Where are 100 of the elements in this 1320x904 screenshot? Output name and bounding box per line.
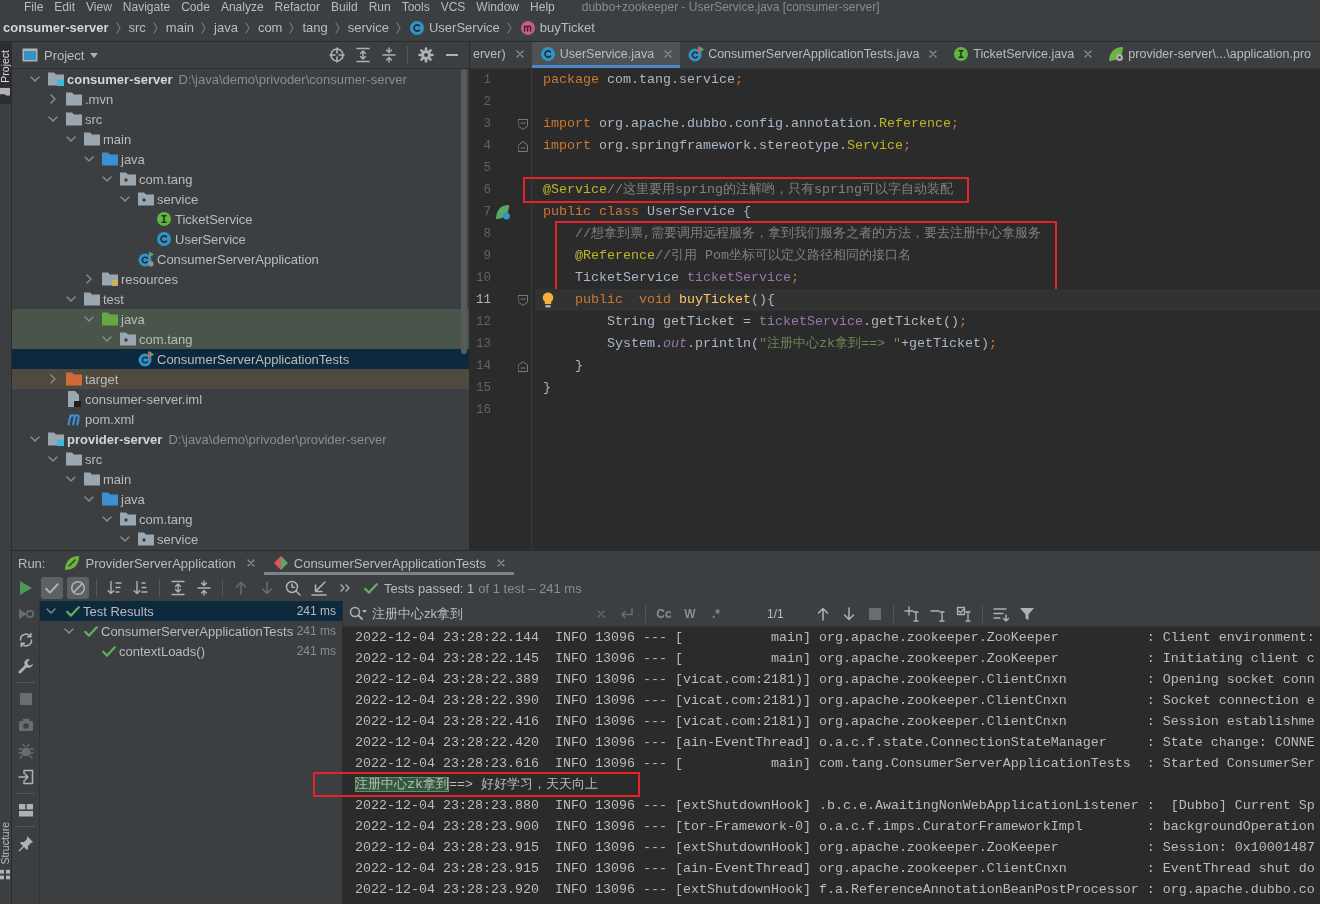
clock-icon: [285, 580, 301, 596]
tree-row[interactable]: UserService: [12, 229, 469, 249]
tree-row[interactable]: service: [12, 529, 469, 549]
interface-icon: [156, 211, 172, 227]
test-tree-row[interactable]: Test Results 241 ms: [40, 601, 342, 621]
breadcrumb-item[interactable]: service: [347, 20, 389, 35]
menu-item[interactable]: Analyze: [220, 0, 264, 14]
breadcrumb-item[interactable]: UserService: [408, 19, 500, 36]
code-line: //想拿到票,需要调用远程服务，拿到我们服务之者的方法，要去注册中心拿服务: [575, 226, 1041, 241]
tree-label: .mvn: [85, 91, 114, 107]
menu-item[interactable]: Build: [330, 0, 358, 14]
menu-item[interactable]: View: [86, 0, 112, 14]
menu-item[interactable]: Refactor: [274, 0, 320, 14]
breadcrumb-item[interactable]: com: [257, 20, 283, 35]
arrow-down-icon: [842, 606, 855, 621]
editor-tab[interactable]: TicketService.java: [945, 42, 1101, 68]
test-name: contextLoads(): [119, 643, 205, 659]
tree-row[interactable]: provider-server D:\java\demo\privoder\provider-server: [12, 429, 469, 449]
breadcrumb-item[interactable]: buyTicket: [519, 19, 595, 36]
menu-item[interactable]: Navigate: [122, 0, 171, 14]
console-line: 注册中心zk拿到==> 好好学习，天天向上: [355, 776, 598, 794]
tree-row[interactable]: target: [12, 369, 469, 389]
tree-row[interactable]: java: [12, 489, 469, 509]
console-line: 2022-12-04 23:28:22.390 INFO 13096 --- [vicat.com:2181)] org.apache.zookeeper.ClientCnxn : Socket connection e: [355, 692, 1315, 710]
menu-item[interactable]: Help: [530, 0, 555, 14]
class-icon: [408, 19, 425, 36]
tree-row[interactable]: com.tang: [12, 509, 469, 529]
window-title: dubbo+zookeeper - UserService.java [consumer-server]: [581, 0, 880, 14]
collapse-all-icon: [196, 580, 212, 596]
breadcrumb-item[interactable]: consumer-server: [3, 20, 109, 35]
tree-row[interactable]: .mvn: [12, 89, 469, 109]
tree-row[interactable]: resources: [12, 269, 469, 289]
tree-row[interactable]: consumer-server D:\java\demo\privoder\consumer-server: [12, 69, 469, 89]
editor-tab[interactable]: erver): [470, 42, 532, 68]
search-field[interactable]: 注册中心zk拿到: [343, 601, 588, 626]
tree-row[interactable]: java: [12, 309, 469, 329]
settings-icon: [418, 47, 434, 63]
show-ignored-button[interactable]: [67, 577, 89, 599]
run-tab[interactable]: ProviderServerApplication: [55, 551, 264, 575]
play-icon: [20, 581, 32, 595]
layout-icon: [17, 802, 34, 818]
editor-tab[interactable]: UserService.java: [531, 42, 681, 68]
tree-row[interactable]: service: [12, 189, 469, 209]
run-tab[interactable]: ConsumerServerApplicationTests: [263, 551, 514, 575]
camera-icon: [17, 717, 34, 733]
test-tree-row[interactable]: contextLoads() 241 ms: [40, 641, 342, 661]
menu-item[interactable]: Run: [368, 0, 391, 14]
tree-row[interactable]: com.tang: [12, 329, 469, 349]
tree-row[interactable]: java: [12, 149, 469, 169]
locate-button[interactable]: [326, 44, 348, 66]
test-status-detail: of 1 test – 241 ms: [478, 580, 582, 596]
panel-label: Run:: [18, 555, 46, 571]
tree-row[interactable]: pom.xml: [12, 409, 469, 429]
show-passed-button[interactable]: [41, 577, 63, 599]
structure-icon: [0, 870, 11, 880]
search-option-toggle[interactable]: W: [679, 602, 701, 625]
search-option-toggle[interactable]: .*: [705, 602, 727, 625]
tree-row[interactable]: ConsumerServerApplicationTests: [12, 349, 469, 369]
editor-tab[interactable]: provider-server\...\application.pro: [1100, 42, 1320, 68]
menu-item[interactable]: Edit: [54, 0, 76, 14]
tree-label: com.tang: [139, 331, 193, 347]
tree-row[interactable]: main: [12, 129, 469, 149]
test-tree-row[interactable]: ConsumerServerApplicationTests 241 ms: [40, 621, 342, 641]
tree-row[interactable]: TicketService: [12, 209, 469, 229]
breadcrumb-item[interactable]: java: [214, 20, 238, 35]
tree-row[interactable]: com.tang: [12, 169, 469, 189]
tree-row[interactable]: src: [12, 109, 469, 129]
menu-item[interactable]: Code: [181, 0, 210, 14]
window-icon: [22, 47, 38, 63]
minimize-icon: [446, 54, 458, 56]
test-duration: 241 ms: [296, 624, 336, 638]
tree-row[interactable]: test: [12, 289, 469, 309]
tree-row[interactable]: consumer-server.iml: [12, 389, 469, 409]
search-option-toggle[interactable]: Cc: [653, 602, 675, 625]
close-icon: [929, 49, 938, 58]
menu-item[interactable]: VCS: [440, 0, 466, 14]
settings-button[interactable]: [415, 44, 437, 66]
tree-row[interactable]: ConsumerServerApplication: [12, 249, 469, 269]
close-icon: [246, 559, 255, 567]
close-icon: [664, 49, 673, 58]
menu-item[interactable]: Window: [476, 0, 520, 14]
tree-row[interactable]: main: [12, 469, 469, 489]
add-selection-icon: [903, 605, 920, 622]
breadcrumb-item[interactable]: main: [165, 20, 195, 35]
package-icon: [138, 192, 154, 206]
tree-label: src: [85, 451, 103, 467]
breadcrumb-separator-icon: [506, 21, 512, 34]
tree-row[interactable]: src: [12, 449, 469, 469]
breadcrumb-item[interactable]: src: [128, 20, 146, 35]
console-line: 2022-12-04 23:28:22.416 INFO 13096 --- [vicat.com:2181)] org.apache.zookeeper.ClientCnxn : Session establishme: [355, 713, 1315, 731]
scrollbar-thumb[interactable]: [461, 69, 467, 354]
test-duration: 241 ms: [296, 644, 336, 658]
check-icon: [45, 582, 59, 594]
menu-item[interactable]: Tools: [401, 0, 430, 14]
breadcrumb-item[interactable]: tang: [302, 20, 328, 35]
crosshair-icon: [329, 47, 345, 63]
menu-item[interactable]: File: [24, 0, 44, 14]
editor-tab[interactable]: ConsumerServerApplicationTests.java: [680, 42, 946, 68]
tree-label: java: [121, 151, 145, 167]
view-selector[interactable]: Project: [22, 47, 99, 63]
